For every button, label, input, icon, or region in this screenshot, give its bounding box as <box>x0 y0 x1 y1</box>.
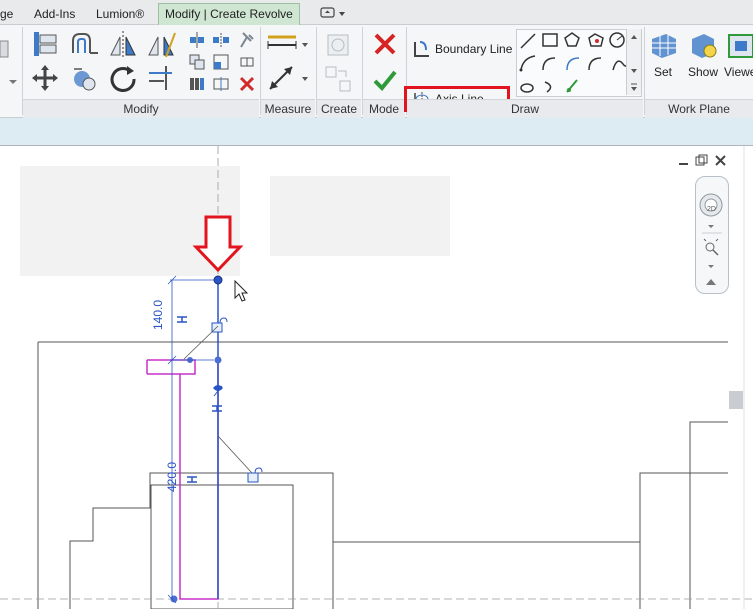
measure-between-references-icon[interactable] <box>266 31 310 59</box>
tab-modify-create-revolve[interactable]: Modify | Create Revolve <box>158 3 300 25</box>
view-cube-2d-icon: 2D <box>699 193 723 217</box>
create-group-icon[interactable] <box>322 63 354 95</box>
array-icon[interactable] <box>188 75 206 93</box>
show-button[interactable]: Show <box>688 65 718 79</box>
mirror-pick-axis-icon[interactable] <box>108 29 138 59</box>
dimension-icon[interactable] <box>266 63 310 93</box>
copy-icon[interactable] <box>188 53 206 71</box>
full-navigation-wheel-icon <box>706 279 716 285</box>
mouse-cursor <box>234 279 249 302</box>
boundary-line-button[interactable]: Boundary Line <box>435 42 512 56</box>
restore-icon <box>695 154 708 166</box>
delete-icon[interactable] <box>238 75 256 93</box>
offset-icon[interactable] <box>70 29 100 59</box>
rotate-icon[interactable] <box>108 63 138 93</box>
scale-icon[interactable] <box>212 53 230 71</box>
panel-label-modify: Modify <box>23 99 259 118</box>
trim-extend-icon[interactable] <box>146 63 176 93</box>
copy-elements-icon[interactable] <box>70 63 100 93</box>
dimension-lock-icons <box>211 317 263 483</box>
gallery-scrollbar[interactable] <box>626 29 641 95</box>
panel-label-mode: Mode <box>363 99 405 118</box>
pin-icon[interactable] <box>238 31 256 49</box>
draw-tools-gallery <box>516 29 642 97</box>
svg-text:2D: 2D <box>707 206 716 213</box>
panel-label-draw: Draw <box>407 99 643 118</box>
vertical-scrollbar-thumb <box>729 391 743 409</box>
boundary-line-icon[interactable] <box>412 40 432 58</box>
create-component-icon[interactable] <box>322 29 354 61</box>
options-bar <box>0 118 753 146</box>
dimension-text-140[interactable]: 140.0 <box>151 300 165 330</box>
align-icon[interactable] <box>30 29 60 59</box>
tab-manage[interactable]: ge <box>0 4 13 24</box>
background-elevation-lines <box>37 341 728 609</box>
tab-add-ins[interactable]: Add-Ins <box>34 4 75 24</box>
tab-lumion[interactable]: Lumion® <box>96 4 144 24</box>
trim-single-icon[interactable] <box>212 75 230 93</box>
partial-tool-icon[interactable] <box>0 37 14 86</box>
viewer-button[interactable]: Viewe <box>724 65 753 79</box>
dropdown-arrow-icon[interactable] <box>8 73 18 84</box>
show-work-plane-icon[interactable] <box>688 31 718 59</box>
set-button[interactable]: Set <box>654 65 672 79</box>
line-tool-icon <box>520 33 536 49</box>
panel-label-work-plane: Work Plane <box>645 99 753 118</box>
view-window-controls <box>676 154 742 168</box>
temporary-dimensions <box>167 275 214 604</box>
ribbon: Modify Measure Create Mode Boundary Line… <box>0 25 753 118</box>
close-icon <box>715 155 726 166</box>
viewer-icon[interactable] <box>726 31 753 59</box>
split-element-icon[interactable] <box>188 31 206 49</box>
mirror-draw-axis-icon[interactable] <box>146 29 176 59</box>
move-icon[interactable] <box>30 63 60 93</box>
set-work-plane-icon[interactable] <box>648 31 678 59</box>
zoom-icon <box>703 238 719 256</box>
finish-edit-mode-icon[interactable] <box>372 67 398 93</box>
ribbon-tab-bar: ge Add-Ins Lumion® Modify | Create Revol… <box>0 0 753 25</box>
unpin-icon[interactable] <box>238 53 256 71</box>
revolve-boundary-sketch <box>147 359 219 600</box>
quick-access-dropdown-icon[interactable] <box>320 6 346 20</box>
cancel-edit-mode-icon[interactable] <box>372 31 398 57</box>
dimension-text-420[interactable]: 420.0 <box>165 462 179 492</box>
navigation-bar: 2D <box>695 176 729 294</box>
panel-label-measure: Measure <box>261 99 315 118</box>
panel-label-create: Create <box>317 99 361 118</box>
drawing-canvas[interactable]: 140.0 420.0 2D <box>0 146 753 609</box>
split-with-gap-icon[interactable] <box>212 31 230 49</box>
